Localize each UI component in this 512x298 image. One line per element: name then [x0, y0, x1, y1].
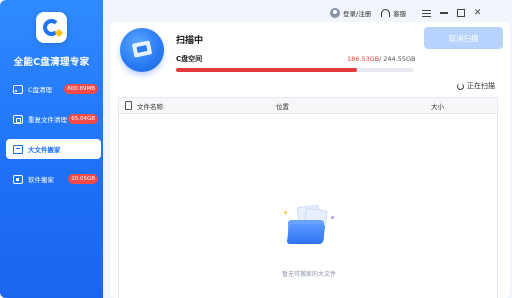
sidebar-item-software-move[interactable]: 软件搬家 20.05GB: [6, 169, 101, 189]
drive-icon: [13, 84, 23, 94]
sidebar-item-label: 重复文件清理: [28, 116, 67, 124]
minimize-button[interactable]: [437, 7, 450, 20]
menu-button[interactable]: [420, 7, 433, 20]
scan-title: 扫描中: [176, 36, 204, 46]
used-size: 186.53GB: [347, 55, 380, 63]
sidebar-item-large-file-move[interactable]: 大文件搬家: [6, 139, 101, 159]
maximize-button[interactable]: [454, 7, 467, 20]
table-header: 文件名称 位置 大小: [119, 98, 497, 114]
folder-front-icon: [286, 224, 326, 244]
disk-scan-icon: [120, 28, 164, 72]
size-badge: 800.89MB: [64, 84, 98, 94]
scan-status: 正在扫描: [457, 81, 495, 91]
login-label: 登录/注册: [343, 10, 372, 18]
sidebar: 全能C盘清理专家 C盘清理 800.89MB 重复文件清理 65.04GB 大文…: [0, 0, 103, 298]
size-badge: 20.05GB: [68, 174, 98, 184]
cancel-scan-button[interactable]: 取消扫描: [424, 27, 503, 49]
sidebar-item-label: 软件搬家: [28, 176, 54, 184]
sidebar-item-label: C盘清理: [28, 86, 53, 94]
loading-spinner-icon: [457, 82, 464, 90]
minimize-icon: [439, 12, 448, 14]
empty-state-text: 暂无可搬家的大文件: [281, 271, 336, 278]
logo-spark-icon: [54, 28, 64, 38]
column-header-size[interactable]: 大小: [431, 101, 444, 111]
scan-status-label: 正在扫描: [467, 82, 495, 90]
main-panel: 扫描中 C盘空间 186.53GB / 244.55GB 取消扫描 正在扫描 文…: [110, 22, 510, 298]
title-bar: 登录/注册 客服 ✕: [330, 4, 484, 22]
total-size: / 244.55GB: [379, 55, 416, 63]
size-badge: 65.04GB: [68, 114, 98, 124]
duplicate-files-icon: [13, 114, 23, 124]
sidebar-item-c-drive-clean[interactable]: C盘清理 800.89MB: [6, 79, 101, 99]
drive-label: C盘空间: [176, 55, 203, 63]
app-logo: [36, 12, 67, 43]
avatar-icon: [330, 8, 340, 18]
disk-usage-fill: [176, 68, 357, 72]
empty-folder-illustration: [284, 204, 336, 246]
menu-icon: [422, 9, 432, 17]
close-button[interactable]: ✕: [471, 7, 484, 20]
sparkle-icon: [331, 216, 334, 219]
app-title: 全能C盘清理专家: [13, 57, 90, 68]
folder-icon: [13, 144, 23, 154]
sidebar-item-duplicate-files[interactable]: 重复文件清理 65.04GB: [6, 109, 101, 129]
column-header-location[interactable]: 位置: [276, 101, 289, 111]
customer-service-button[interactable]: 客服: [381, 8, 406, 18]
sidebar-item-label: 大文件搬家: [28, 146, 61, 154]
headset-icon: [381, 9, 391, 17]
file-table: 文件名称 位置 大小 暂无可搬家的大文件: [118, 97, 498, 298]
column-header-filename[interactable]: 文件名称: [137, 101, 163, 111]
sparkle-icon: [284, 211, 287, 214]
service-label: 客服: [393, 10, 407, 18]
disk-usage-bar: [176, 68, 413, 72]
disk-chip-icon: [131, 40, 153, 58]
apps-icon: [13, 174, 23, 184]
file-icon: [125, 101, 132, 110]
login-button[interactable]: 登录/注册: [330, 8, 371, 18]
maximize-icon: [456, 9, 465, 17]
close-icon: ✕: [473, 8, 482, 18]
